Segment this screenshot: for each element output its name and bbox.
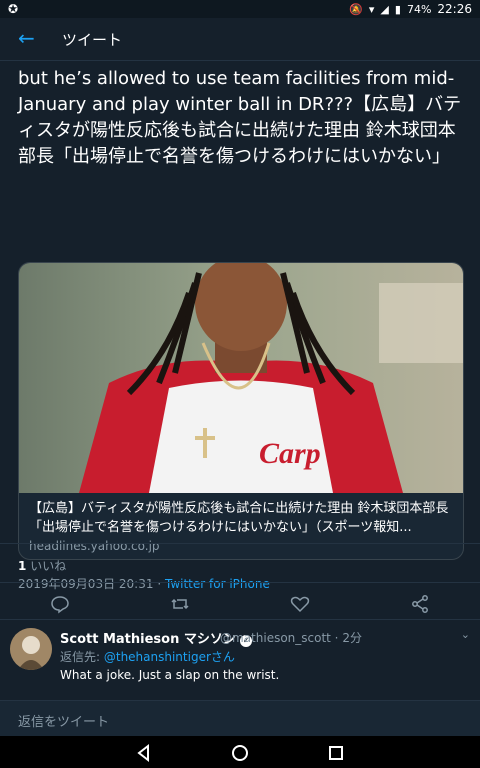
reply-text: What a joke. Just a slap on the wrist. [60,668,280,682]
like-icon[interactable] [290,594,310,614]
avatar-image [10,628,52,670]
wifi-icon: ▾ [368,2,375,16]
battery-icon: ▮ [394,2,401,16]
home-nav-icon[interactable] [230,743,250,763]
divider [0,543,480,544]
retweet-icon[interactable] [170,594,190,614]
tweet-actions [0,588,480,618]
back-nav-icon[interactable] [134,743,154,763]
clock: 22:26 [437,2,472,16]
card-title: 【広島】バティスタが陽性反応後も試合に出続けた理由 鈴木球団本部長「出場停止で名… [29,501,449,535]
recents-nav-icon[interactable] [326,743,346,763]
chevron-down-icon[interactable]: ⌄ [461,628,470,641]
likes-summary[interactable]: 1 いいね [18,557,66,574]
reply-input-placeholder[interactable]: 返信をツイート [18,711,109,730]
card-image: Carp [19,263,463,493]
reply-author-name-text: Scott Mathieson マシソン [60,632,236,647]
card-image-logo: Carp [259,437,321,470]
app-bar: ← ツイート [0,18,480,61]
likes-count: 1 [18,559,27,573]
signal-icon: ◢ [380,2,389,16]
reply-icon[interactable] [50,594,70,614]
divider [0,582,480,583]
replying-to: 返信先: @thehanshintigerさん [60,648,235,665]
tweet-text: but he’s allowed to use team facilities … [18,68,462,167]
battery-level: 74% [406,2,432,16]
share-icon[interactable] [410,594,430,614]
page-title: ツイート [62,31,123,49]
notification-icon: ✪ [8,2,19,16]
back-arrow-icon[interactable]: ← [18,28,35,48]
reply-compose-bar[interactable]: 返信をツイート [0,700,480,737]
reply-tweet[interactable]: Scott Mathieson マシソン ✓ @mathieson_scott … [0,620,480,700]
link-card[interactable]: Carp 【広島】バティスタが陽性反応後も試合に出続けた理由 鈴木球団本部長「出… [18,262,464,560]
android-nav-bar [0,736,480,768]
likes-label: いいね [30,559,67,573]
reply-author-handle: @mathieson_scott · 2分 [220,631,362,645]
replying-prefix: 返信先: [60,650,104,664]
mention-link[interactable]: @thehanshintigerさん [104,650,235,664]
mute-icon: 🔕 [349,2,363,16]
card-domain: headlines.yahoo.co.jp [29,539,160,553]
avatar[interactable] [10,628,52,670]
status-bar: ✪ 🔕 ▾ ◢ ▮ 74% 22:26 [0,0,480,18]
